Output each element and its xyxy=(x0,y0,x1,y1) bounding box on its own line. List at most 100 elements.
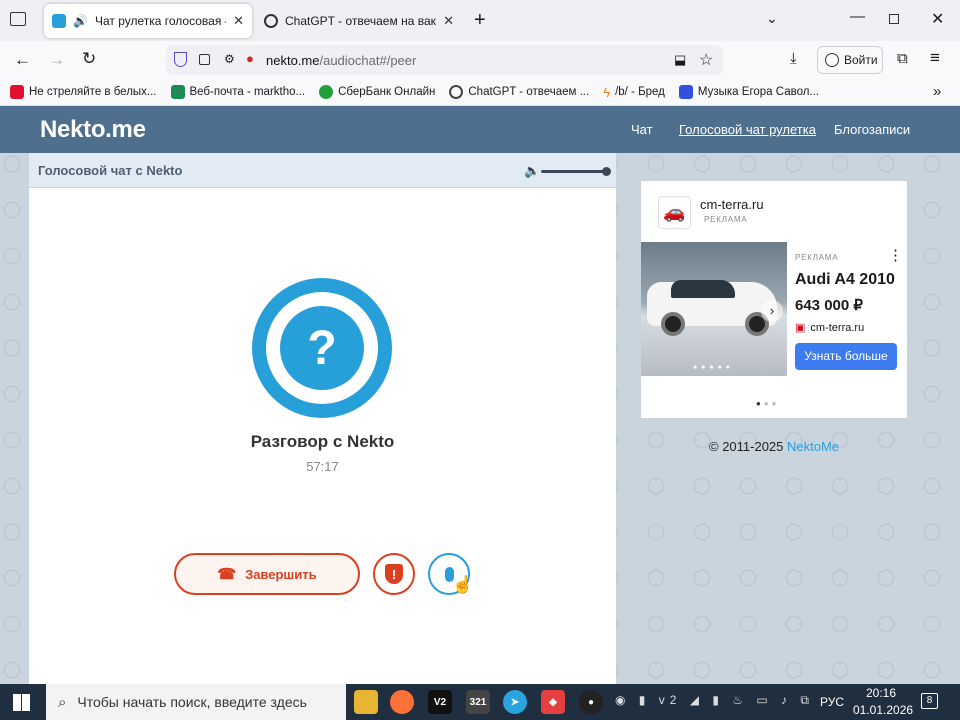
bookmark-label: Не стреляйте в белых... xyxy=(29,86,157,98)
navigation-bar: ← → ↻ ⚙ ● nekto.me/audiochat#/peer ⬓ ☆ ⤓… xyxy=(0,41,960,79)
advertiser-name[interactable]: cm-terra.ru xyxy=(700,197,764,212)
mail-icon xyxy=(170,85,185,99)
image-dots: ● ● ● ● ● xyxy=(693,364,731,371)
card-tag: РЕКЛАМА xyxy=(795,253,839,262)
mouse-cursor-icon: ☝ xyxy=(452,575,474,594)
tab-voice-chat[interactable]: 🔊 Чат рулетка голосовая — Н ✕ xyxy=(44,4,252,38)
browser-tab-bar: 🔊 Чат рулетка голосовая — Н ✕ ChatGPT - … xyxy=(0,0,960,41)
nav-blog[interactable]: Блогозаписи xyxy=(834,122,910,137)
carousel-next-icon[interactable]: › xyxy=(761,300,783,322)
copyright: © 2011-2025 NektoMe xyxy=(709,439,839,454)
bookmarks-bar: Не стреляйте в белых... Веб-почта - mark… xyxy=(0,79,960,106)
ad-block[interactable]: 🚗 cm-terra.ru РЕКЛАМА › ● ● ● ● ● РЕКЛАМ… xyxy=(641,181,907,418)
ad-price: 643 000 ₽ xyxy=(795,297,863,314)
sign-in-button[interactable]: Войти xyxy=(817,46,883,74)
clock-date[interactable]: 01.01.2026 xyxy=(853,703,913,717)
obs-icon[interactable]: ● xyxy=(579,690,603,714)
ad-domain[interactable]: ▣ cm-terra.ru xyxy=(795,321,864,335)
music-icon xyxy=(678,85,693,99)
tab-chatgpt[interactable]: ChatGPT - отвечаем на ваканс ✕ xyxy=(256,4,462,38)
tab-title: ChatGPT - отвечаем на ваканс xyxy=(285,14,437,28)
clock-time[interactable]: 20:16 xyxy=(866,686,896,700)
search-placeholder: Чтобы начать поиск, введите здесь xyxy=(77,694,307,710)
advertiser-logo: 🚗 xyxy=(658,196,691,229)
permissions-icon: ⚙ xyxy=(224,52,235,66)
lock-icon xyxy=(199,54,210,65)
bookmark-item[interactable]: Музыка Егора Савол... xyxy=(678,85,819,99)
url-host: nekto.me xyxy=(266,52,320,68)
ad-pagination[interactable]: ●●● xyxy=(756,399,780,408)
close-tab-icon[interactable]: ✕ xyxy=(233,13,244,29)
nav-voice-roulette[interactable]: Голосовой чат рулетка xyxy=(679,122,816,137)
bookmark-star-icon[interactable]: ☆ xyxy=(699,50,713,70)
url-bar[interactable]: ⚙ ● nekto.me/audiochat#/peer ⬓ ☆ xyxy=(166,45,723,75)
windows-start-icon[interactable] xyxy=(13,694,30,711)
avatar-ring: ? xyxy=(266,292,378,404)
domain-favicon-icon: ▣ xyxy=(795,322,806,334)
ad-car-image[interactable]: › ● ● ● ● ● xyxy=(641,242,787,376)
close-window-icon[interactable]: ✕ xyxy=(931,9,944,29)
chatgpt-favicon-icon xyxy=(264,14,278,28)
new-tab-icon[interactable]: + xyxy=(474,9,486,32)
tab-overflow-icon[interactable]: ⌄ xyxy=(766,10,778,27)
extensions-icon[interactable]: ⧉ xyxy=(897,50,908,67)
bookmark-item[interactable]: Не стреляйте в белых... xyxy=(10,85,157,99)
car-wheel xyxy=(661,312,685,336)
bookmark-item[interactable]: СберБанк Онлайн xyxy=(319,85,435,99)
firefox-icon[interactable] xyxy=(390,690,414,714)
reload-icon[interactable]: ↻ xyxy=(82,49,96,69)
telegram-icon[interactable]: ➤ xyxy=(503,690,527,714)
anydesk-icon[interactable]: ◆ xyxy=(541,690,565,714)
restore-icon[interactable] xyxy=(889,14,899,24)
back-icon[interactable]: ← xyxy=(14,50,31,70)
bookmark-item[interactable]: ChatGPT - отвечаем ... xyxy=(449,85,589,99)
forward-icon[interactable]: → xyxy=(48,50,65,70)
bookmark-item[interactable]: Веб-почта - marktho... xyxy=(170,85,306,99)
tab-list-icon[interactable] xyxy=(10,12,26,26)
end-call-label: Завершить xyxy=(245,566,317,582)
language-indicator[interactable]: РУС xyxy=(820,695,844,709)
bookmark-item[interactable]: ϟ/b/ - Бред xyxy=(603,85,665,100)
bookmark-label: Веб-почта - marktho... xyxy=(189,86,306,98)
speaker-icon: 🔊 xyxy=(73,14,88,28)
nav-chat[interactable]: Чат xyxy=(631,122,653,137)
download-icon[interactable]: ⤓ xyxy=(790,50,797,67)
volume-slider-handle[interactable] xyxy=(602,167,611,176)
ad-cta-button[interactable]: Узнать больше xyxy=(795,343,897,370)
windows-taskbar: ⌕ Чтобы начать поиск, введите здесь V2 3… xyxy=(0,684,960,720)
calendar-app-icon[interactable]: 321 xyxy=(466,690,490,714)
panel-title: Голосовой чат с Nekto xyxy=(38,163,183,178)
notifications-icon[interactable]: 8 xyxy=(921,693,938,709)
close-tab-icon[interactable]: ✕ xyxy=(443,13,454,29)
taskbar-search-box[interactable]: ⌕ Чтобы начать поиск, введите здесь xyxy=(46,684,346,720)
minimize-icon[interactable]: — xyxy=(850,8,865,25)
reader-mode-icon[interactable]: ⬓ xyxy=(674,52,686,68)
search-icon: ⌕ xyxy=(58,693,67,711)
peer-name: Разговор с Nekto xyxy=(250,432,395,451)
notifications-count: 8 xyxy=(926,695,933,706)
ad-more-icon[interactable]: ⋮ xyxy=(888,246,903,264)
youtube-icon xyxy=(10,85,24,99)
volume-icon[interactable]: 🔈 xyxy=(524,163,540,179)
shield-alert-icon: ! xyxy=(385,564,403,584)
lightning-icon: ϟ xyxy=(603,84,611,100)
menu-icon[interactable]: ≡ xyxy=(930,48,940,68)
volume-slider[interactable] xyxy=(541,167,611,176)
file-explorer-icon[interactable] xyxy=(354,690,378,714)
bookmark-label: ChatGPT - отвечаем ... xyxy=(468,86,590,98)
sber-icon xyxy=(319,85,334,99)
v2-app-icon[interactable]: V2 xyxy=(428,690,452,714)
copyright-link[interactable]: NektoMe xyxy=(787,439,839,454)
ad-title[interactable]: Audi A4 2010 xyxy=(795,271,895,289)
microphone-active-icon[interactable]: ● xyxy=(246,51,254,66)
bookmarks-overflow-icon[interactable]: » xyxy=(933,83,941,100)
panel-header: Голосовой чат с Nekto 🔈 xyxy=(29,153,616,188)
peer-avatar: ? xyxy=(252,278,392,418)
sign-in-label: Войти xyxy=(844,53,878,67)
tray-icons[interactable]: ◉ ▮ v2 ◢ ▮ ♨ ▭ ♪ ⧉ xyxy=(615,693,814,708)
bookmark-label: СберБанк Онлайн xyxy=(338,86,436,98)
report-button[interactable]: ! xyxy=(373,553,415,595)
site-logo[interactable]: Nekto.me xyxy=(40,116,146,144)
end-call-button[interactable]: ☎ Завершить xyxy=(174,553,360,595)
bookmark-label: /b/ - Бред xyxy=(615,86,665,98)
